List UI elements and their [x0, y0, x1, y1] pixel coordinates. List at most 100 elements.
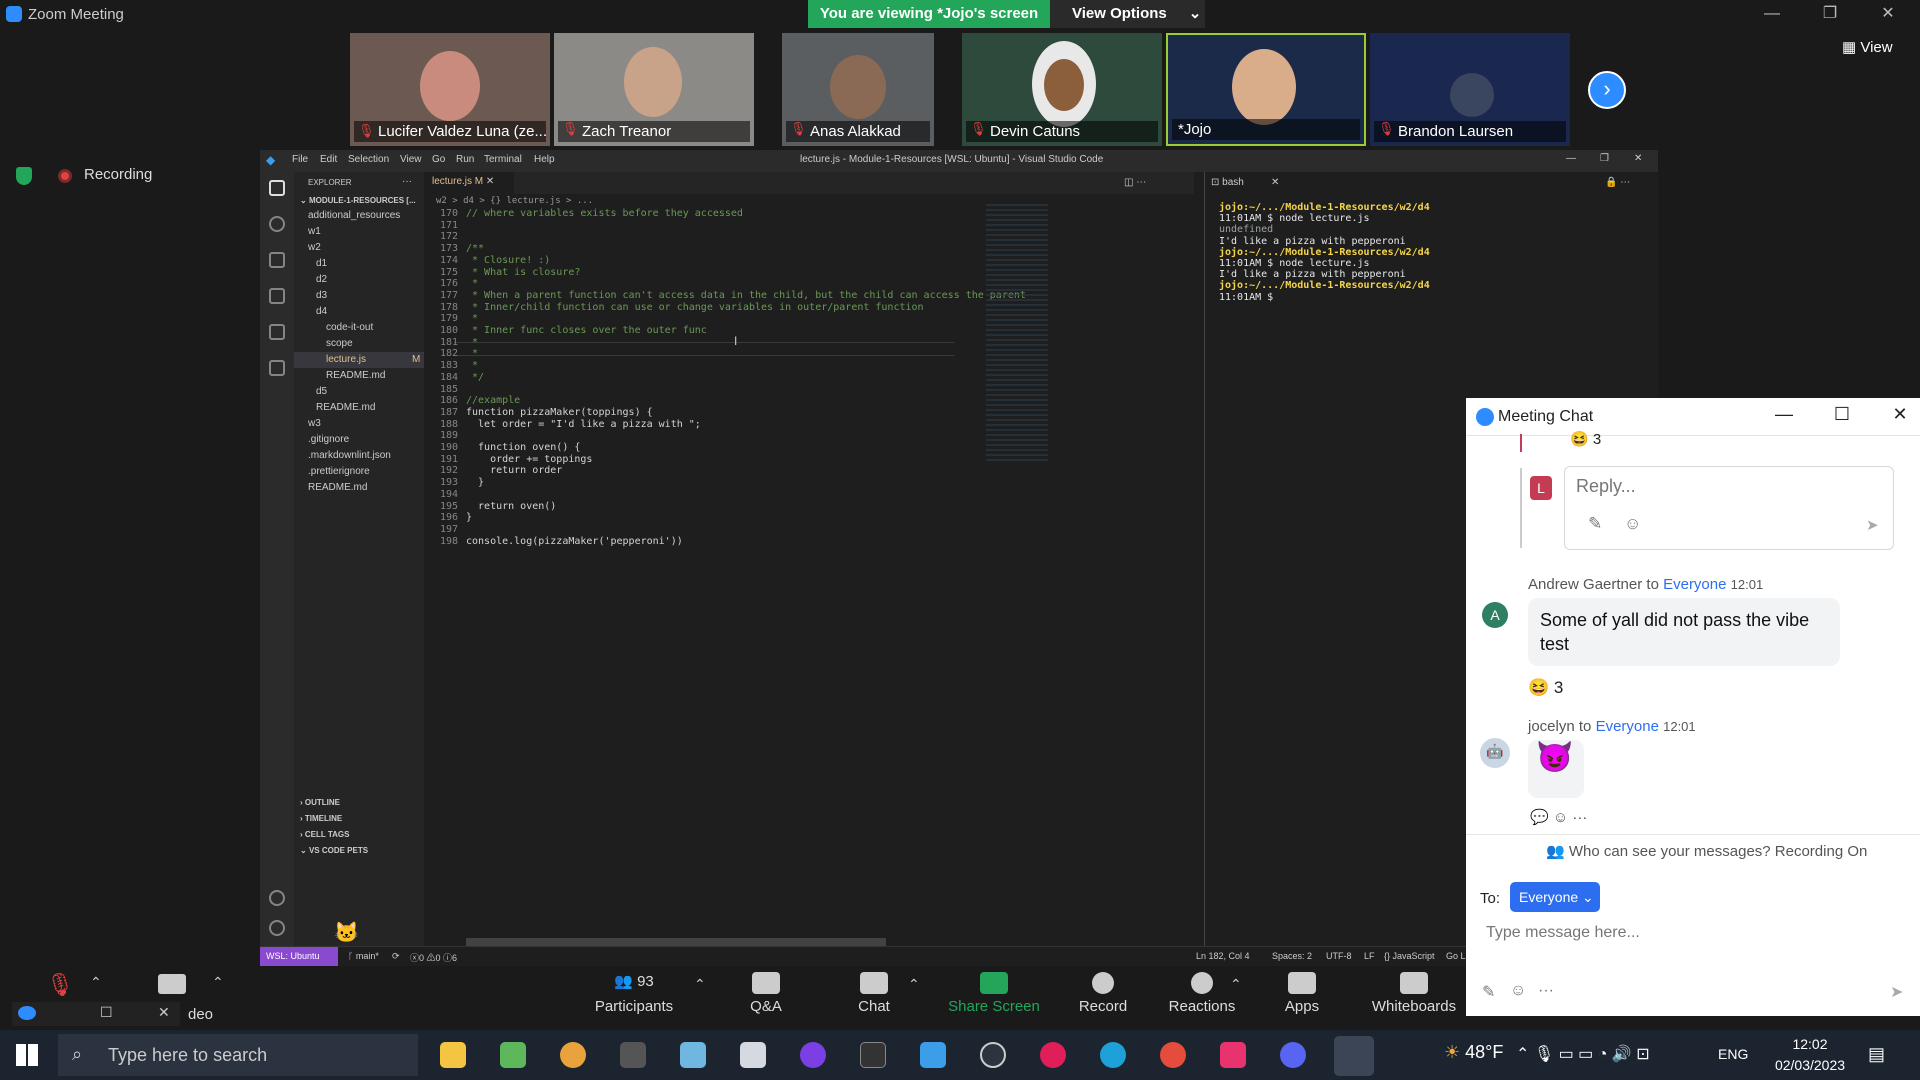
- menu-go[interactable]: Go: [432, 154, 445, 165]
- tab-lecture-js[interactable]: lecture.js M ✕: [424, 172, 514, 194]
- search-icon[interactable]: [269, 216, 285, 232]
- more-icon[interactable]: ···: [1572, 809, 1587, 826]
- vscode-minimize-icon[interactable]: —: [1566, 153, 1576, 164]
- run-debug-icon[interactable]: [269, 288, 285, 304]
- app-icon[interactable]: [620, 1042, 646, 1068]
- encoding[interactable]: UTF-8: [1326, 951, 1352, 961]
- section-vscode-pets[interactable]: ⌄ VS CODE PETS: [300, 846, 368, 855]
- sync-icon[interactable]: ⟳: [392, 951, 400, 962]
- tree-item[interactable]: README.md: [326, 370, 385, 381]
- tree-item[interactable]: d3: [316, 290, 327, 301]
- video-label[interactable]: deo: [188, 1006, 213, 1023]
- tree-item[interactable]: .prettierignore: [308, 466, 370, 477]
- file-explorer-icon[interactable]: [440, 1042, 466, 1068]
- recipient-dropdown[interactable]: Everyone ⌄: [1510, 882, 1600, 912]
- share-screen-button[interactable]: Share Screen: [944, 972, 1044, 1015]
- privacy-notice[interactable]: 👥 Who can see your messages? Recording O…: [1546, 842, 1867, 860]
- eol[interactable]: LF: [1364, 951, 1375, 961]
- more-actions-icon[interactable]: ···: [402, 176, 412, 187]
- tree-item-active-file[interactable]: lecture.js: [326, 354, 366, 365]
- participant-tile[interactable]: Brandon Laursen 🎙: [1370, 33, 1570, 146]
- menu-run[interactable]: Run: [456, 154, 474, 165]
- restore-icon[interactable]: ❐: [1810, 2, 1850, 26]
- tree-item[interactable]: d4: [316, 306, 327, 317]
- format-icon[interactable]: ✎: [1588, 514, 1602, 534]
- record-button[interactable]: Record: [1070, 972, 1136, 1015]
- code-editor[interactable]: w2 > d4 > {} lecture.js > ... 170 // wher…: [424, 194, 1194, 966]
- tree-item[interactable]: code-it-out: [326, 322, 373, 333]
- vscode-restore-icon[interactable]: ❐: [1600, 153, 1609, 164]
- windows-start-icon[interactable]: [16, 1044, 38, 1066]
- discord-icon[interactable]: [1280, 1042, 1306, 1068]
- message-input[interactable]: Type message here...: [1486, 924, 1640, 942]
- account-icon[interactable]: [269, 890, 285, 906]
- horizontal-scrollbar[interactable]: [466, 938, 886, 946]
- chevron-up-icon[interactable]: ⌃: [908, 976, 920, 993]
- language-indicator[interactable]: ENG: [1718, 1046, 1748, 1062]
- app-icon[interactable]: [500, 1042, 526, 1068]
- clock-time[interactable]: 12:02: [1780, 1036, 1840, 1052]
- remote-indicator[interactable]: WSL: Ubuntu: [260, 947, 338, 966]
- clock-date[interactable]: 02/03/2023: [1770, 1057, 1850, 1073]
- split-editor-icon[interactable]: ◫ ⋯: [1124, 177, 1146, 188]
- chevron-up-icon[interactable]: ⌃: [90, 974, 102, 991]
- participant-tile[interactable]: Zach Treanor 🎙: [554, 33, 754, 146]
- participant-tile-active[interactable]: *Jojo: [1166, 33, 1366, 146]
- send-icon[interactable]: ➤: [1866, 516, 1879, 534]
- terminal-close-icon[interactable]: ✕: [1271, 177, 1279, 188]
- muted-mic-icon[interactable]: 🎙: [46, 972, 74, 998]
- participant-tile[interactable]: Lucifer Valdez Luna (ze... 🎙: [350, 33, 550, 146]
- reply-icon[interactable]: 💬: [1530, 809, 1549, 826]
- branch-indicator[interactable]: ᚴ main*: [348, 951, 379, 961]
- menu-file[interactable]: File: [292, 154, 308, 165]
- chevron-up-icon[interactable]: ⌃: [1230, 976, 1242, 993]
- app-icon[interactable]: [800, 1042, 826, 1068]
- problems-indicator[interactable]: ⓧ0 ⚠0 ⓘ6: [410, 951, 457, 964]
- message-actions[interactable]: 💬 ☺ ···: [1530, 808, 1587, 826]
- message-reaction[interactable]: 😆 3: [1528, 678, 1563, 698]
- go-live[interactable]: Go Li: [1446, 951, 1468, 961]
- lock-icon[interactable]: 🔒 ⋯: [1605, 177, 1630, 188]
- chrome-icon[interactable]: [1160, 1042, 1186, 1068]
- close-icon[interactable]: ✕: [1868, 2, 1908, 26]
- chat-maximize-icon[interactable]: ☐: [1822, 404, 1862, 430]
- menu-terminal[interactable]: Terminal: [484, 154, 522, 165]
- tree-item[interactable]: scope: [326, 338, 353, 349]
- tree-item[interactable]: README.md: [308, 482, 367, 493]
- view-button[interactable]: ▦ View: [1842, 38, 1893, 56]
- next-page-button[interactable]: ›: [1588, 71, 1626, 109]
- close-icon[interactable]: ✕: [158, 1004, 170, 1021]
- apps-button[interactable]: Apps: [1280, 972, 1324, 1015]
- obs-icon[interactable]: [980, 1042, 1006, 1068]
- chevron-up-icon[interactable]: ⌃: [212, 974, 224, 991]
- zoom-taskbar-icon[interactable]: [1334, 1036, 1374, 1076]
- taskbar-search-box[interactable]: Type here to search: [58, 1034, 418, 1076]
- section-outline[interactable]: › OUTLINE: [300, 798, 340, 807]
- menu-view[interactable]: View: [400, 154, 422, 165]
- chat-button[interactable]: Chat: [842, 972, 906, 1015]
- minimap[interactable]: [986, 204, 1048, 464]
- vscode-close-icon[interactable]: ✕: [1634, 153, 1642, 164]
- section-cell-tags[interactable]: › CELL TAGS: [300, 830, 349, 839]
- tab-close-icon[interactable]: ✕: [486, 176, 494, 187]
- source-control-icon[interactable]: [269, 252, 285, 268]
- tree-item[interactable]: d1: [316, 258, 327, 269]
- terminal-tab[interactable]: ⊡ bash: [1211, 177, 1244, 188]
- more-icon[interactable]: ···: [1538, 982, 1554, 1000]
- edge-icon[interactable]: [1100, 1042, 1126, 1068]
- whiteboards-button[interactable]: Whiteboards: [1364, 972, 1464, 1015]
- section-timeline[interactable]: › TIMELINE: [300, 814, 342, 823]
- tree-item[interactable]: d5: [316, 386, 327, 397]
- menu-edit[interactable]: Edit: [320, 154, 337, 165]
- restore-icon[interactable]: ☐: [100, 1004, 113, 1021]
- paint-icon[interactable]: [560, 1042, 586, 1068]
- tree-item[interactable]: w3: [308, 418, 321, 429]
- settings-gear-icon[interactable]: [269, 920, 285, 936]
- view-options-button[interactable]: View Options ⌄: [1050, 0, 1205, 28]
- terminal-icon[interactable]: [860, 1042, 886, 1068]
- tree-item[interactable]: w1: [308, 226, 321, 237]
- notepad-icon[interactable]: [740, 1042, 766, 1068]
- chat-minimize-icon[interactable]: —: [1764, 404, 1804, 430]
- emoji-icon[interactable]: ☺: [1624, 514, 1641, 534]
- participant-tile[interactable]: Devin Catuns 🎙: [962, 33, 1162, 146]
